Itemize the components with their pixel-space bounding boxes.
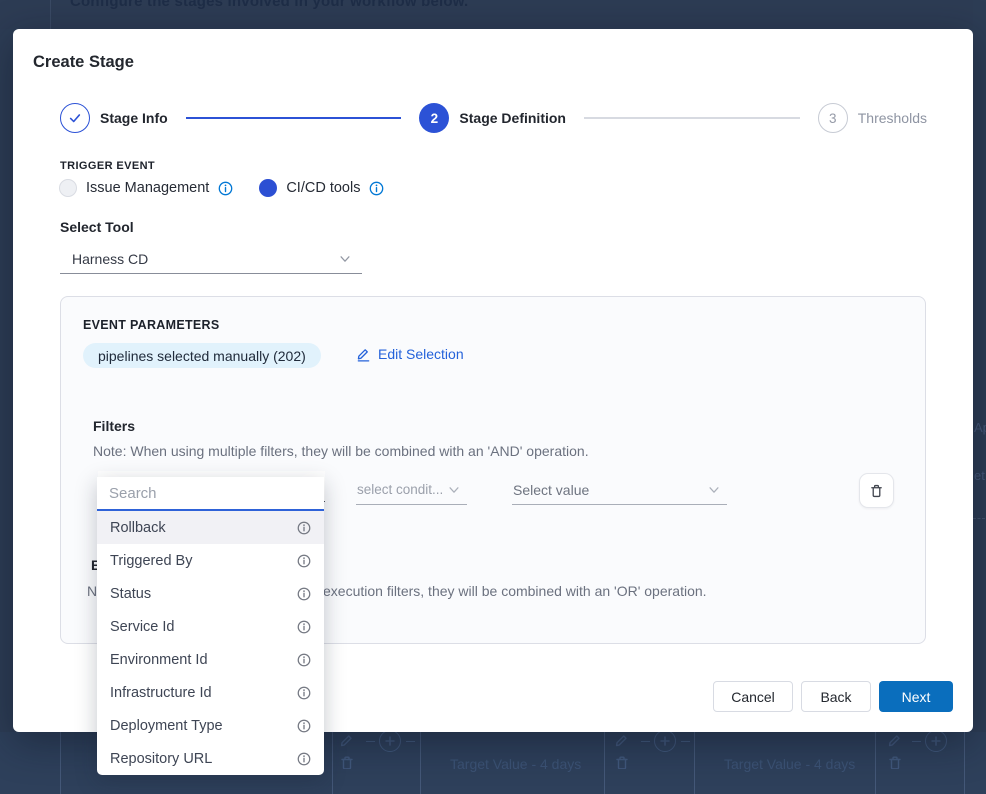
stepper-connector [186,117,402,119]
info-icon[interactable] [218,181,233,196]
background-dashed-line [973,518,985,519]
dimmed-connector [641,741,650,742]
background-top-strip: Configure the stages involved in your wo… [0,0,986,29]
background-divider [50,0,51,29]
edit-pencil-icon [887,733,901,747]
radio-label: CI/CD tools [286,180,360,196]
radio-selected-icon[interactable] [259,179,277,197]
tool-select[interactable]: Harness CD [60,244,362,274]
dropdown-item-label: Deployment Type [110,718,223,734]
edit-selection-link[interactable]: Edit Selection [356,346,464,362]
dimmed-card-label: Target Value - 4 days [450,756,581,772]
dropdown-item-label: Environment Id [110,652,208,668]
chevron-down-icon [447,483,461,497]
step-label: Thresholds [858,110,927,126]
property-dropdown-menu: Rollback Triggered By Status Service Id … [97,477,324,775]
step-thresholds[interactable]: 3 Thresholds [818,103,927,133]
dropdown-item-label: Status [110,586,151,602]
event-parameters-heading: EVENT PARAMETERS [83,318,220,332]
step-stage-definition[interactable]: 2 Stage Definition [419,103,566,133]
screen: Configure the stages involved in your wo… [0,0,986,794]
dropdown-item-deployment-type[interactable]: Deployment Type [97,709,324,742]
radio-cicd-tools[interactable]: CI/CD tools [259,179,384,197]
chevron-down-icon [707,483,721,497]
dropdown-item-status[interactable]: Status [97,577,324,610]
filters-note: Note: When using multiple filters, they … [93,443,589,459]
edit-pencil-icon [339,733,353,747]
plus-icon [925,732,947,752]
selection-pill: pipelines selected manually (202) [83,343,321,368]
execution-filters-note-fragment: execution filters, they will be combined… [323,583,707,599]
stepper: Stage Info 2 Stage Definition 3 Threshol… [60,103,927,133]
step-label: Stage Info [100,110,168,126]
edit-pencil-icon [614,733,628,747]
tool-select-value: Harness CD [72,251,148,267]
dropdown-search-row [97,477,324,511]
dropdown-item-label: Triggered By [110,553,192,569]
step-number: 3 [818,103,848,133]
stepper-connector [584,117,800,119]
dimmed-connector [366,741,375,742]
value-select-placeholder: Select value [513,482,589,498]
modal-title: Create Stage [33,53,134,72]
edit-selection-label: Edit Selection [378,346,464,362]
trash-icon [869,483,884,499]
trash-icon [339,755,353,769]
dropdown-item-rollback[interactable]: Rollback [97,511,324,544]
background-text-fragment: Ap [974,420,986,435]
dropdown-item-environment-id[interactable]: Environment Id [97,643,324,676]
dropdown-item-service-id[interactable]: Service Id [97,610,324,643]
dropdown-item-infrastructure-id[interactable]: Infrastructure Id [97,676,324,709]
info-icon[interactable] [297,752,311,766]
radio-unselected-icon[interactable] [59,179,77,197]
dropdown-item-repository-url[interactable]: Repository URL [97,742,324,775]
info-icon[interactable] [297,719,311,733]
edit-pencil-icon [356,347,371,362]
dropdown-item-label: Repository URL [110,751,212,767]
background-right-strip: Ap et [973,0,986,794]
dimmed-connector [406,741,415,742]
info-icon[interactable] [369,181,384,196]
step-stage-info[interactable]: Stage Info [60,103,168,133]
trigger-event-options: Issue Management CI/CD tools [59,179,384,197]
condition-select[interactable]: select condit... [356,475,467,505]
select-tool-label: Select Tool [60,219,134,235]
dropdown-item-label: Service Id [110,619,174,635]
info-icon[interactable] [297,686,311,700]
dimmed-connector [912,741,921,742]
search-input[interactable] [97,485,324,502]
dimmed-card-label: Target Value - 4 days [724,756,855,772]
execution-filters-note-fragment: N [87,583,97,599]
back-button[interactable]: Back [801,681,871,712]
trash-icon [887,755,901,769]
background-text-fragment: et [974,468,985,483]
step-label: Stage Definition [459,110,566,126]
info-icon[interactable] [297,587,311,601]
dimmed-stage-card [964,732,986,794]
dropdown-item-label: Infrastructure Id [110,685,212,701]
condition-select-placeholder: select condit... [357,482,443,497]
info-icon[interactable] [297,653,311,667]
info-icon[interactable] [297,521,311,535]
dimmed-connector [681,741,690,742]
dropdown-item-triggered-by[interactable]: Triggered By [97,544,324,577]
plus-icon [379,732,401,752]
check-icon [60,103,90,133]
info-icon[interactable] [297,554,311,568]
delete-filter-button[interactable] [859,473,894,508]
step-number: 2 [419,103,449,133]
info-icon[interactable] [297,620,311,634]
filters-heading: Filters [93,418,135,434]
chevron-down-icon [338,252,352,266]
trigger-event-label: TRIGGER EVENT [60,160,155,172]
dropdown-item-label: Rollback [110,520,166,536]
plus-icon [654,732,676,752]
next-button[interactable]: Next [879,681,953,712]
background-page-heading: Configure the stages involved in your wo… [70,0,468,10]
trash-icon [614,755,628,769]
value-select[interactable]: Select value [512,475,727,505]
radio-issue-management[interactable]: Issue Management [59,179,233,197]
radio-label: Issue Management [86,180,209,196]
cancel-button[interactable]: Cancel [713,681,793,712]
